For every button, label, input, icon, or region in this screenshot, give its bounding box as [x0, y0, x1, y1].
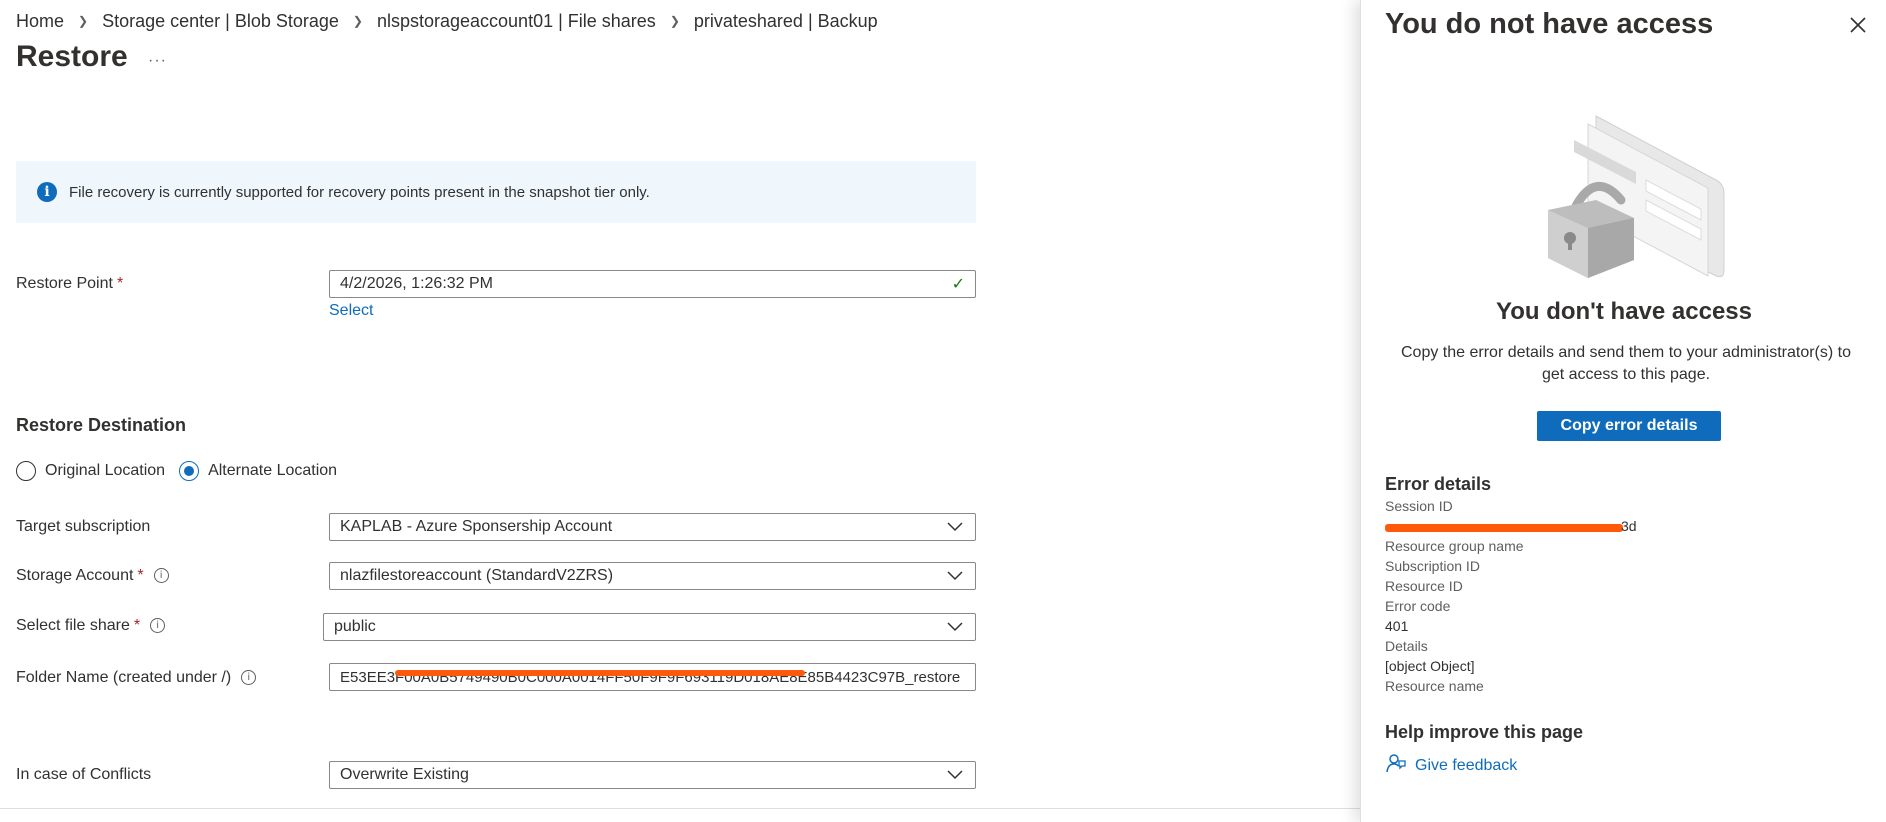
resource-id-label: Resource ID	[1385, 578, 1463, 594]
redaction-mark	[395, 670, 805, 676]
file-share-label: Select file share * i	[16, 617, 166, 635]
storage-account-value: nlazfilestoreaccount (StandardV2ZRS)	[340, 567, 614, 584]
storage-account-label: Storage Account * i	[16, 567, 169, 585]
info-tooltip-icon[interactable]: i	[241, 670, 257, 686]
info-tooltip-icon[interactable]: i	[150, 618, 166, 634]
lock-illustration-icon	[1526, 110, 1726, 285]
breadcrumb-home[interactable]: Home	[16, 11, 64, 32]
required-marker: *	[133, 617, 141, 634]
page-title: Restore	[16, 40, 128, 73]
target-subscription-value: KAPLAB - Azure Sponsership Account	[340, 518, 613, 535]
required-marker: *	[116, 275, 124, 292]
divider	[0, 808, 1360, 809]
give-feedback-link[interactable]: Give feedback	[1385, 752, 1517, 779]
radio-alternate-location[interactable]	[179, 461, 200, 481]
error-code-value: 401	[1385, 618, 1409, 634]
radio-original-location-label[interactable]: Original Location	[45, 462, 165, 480]
breadcrumb-backup[interactable]: privateshared | Backup	[694, 11, 878, 32]
give-feedback-label[interactable]: Give feedback	[1415, 757, 1517, 775]
conflicts-value: Overwrite Existing	[340, 766, 469, 783]
chevron-down-icon	[945, 765, 965, 785]
storage-account-dropdown[interactable]: nlazfilestoreaccount (StandardV2ZRS)	[329, 562, 976, 590]
restore-point-label-text: Restore Point	[16, 275, 113, 292]
file-share-dropdown[interactable]: public	[323, 613, 976, 641]
session-id-value: 3d	[1621, 518, 1637, 534]
conflicts-dropdown[interactable]: Overwrite Existing	[329, 761, 976, 789]
info-tooltip-icon[interactable]: i	[153, 568, 169, 584]
file-share-label-text: Select file share	[16, 617, 130, 634]
panel-title: You do not have access	[1385, 8, 1714, 40]
resource-name-label: Resource name	[1385, 678, 1484, 694]
chevron-down-icon	[945, 566, 965, 586]
help-improve-heading: Help improve this page	[1385, 722, 1584, 742]
session-id-label: Session ID	[1385, 498, 1453, 514]
checkmark-icon: ✓	[951, 276, 965, 293]
chevron-right-icon: ❯	[78, 14, 89, 28]
restore-point-label: Restore Point *	[16, 275, 123, 293]
feedback-person-icon	[1385, 752, 1407, 779]
folder-name-label-text: Folder Name (created under /)	[16, 669, 232, 686]
details-value: [object Object]	[1385, 658, 1475, 674]
info-icon: i	[37, 182, 57, 202]
close-icon[interactable]	[1847, 14, 1869, 36]
restore-destination-radio-group: Original Location Alternate Location	[16, 461, 351, 481]
chevron-right-icon: ❯	[669, 14, 680, 28]
target-subscription-label: Target subscription	[16, 518, 151, 535]
info-banner: i File recovery is currently supported f…	[16, 161, 976, 223]
select-restore-point-link[interactable]: Select	[329, 302, 373, 320]
breadcrumb-storage-center[interactable]: Storage center | Blob Storage	[102, 11, 339, 32]
chevron-right-icon: ❯	[352, 14, 363, 28]
conflicts-label: In case of Conflicts	[16, 766, 152, 783]
no-access-title: You don't have access	[1495, 298, 1753, 325]
restore-point-field[interactable]: 4/2/2026, 1:26:32 PM ✓	[329, 270, 976, 298]
folder-name-label: Folder Name (created under /) i	[16, 669, 257, 687]
redaction-mark	[1385, 524, 1623, 532]
resource-group-label: Resource group name	[1385, 538, 1524, 554]
copy-error-details-button[interactable]: Copy error details	[1537, 411, 1721, 441]
info-banner-text: File recovery is currently supported for…	[69, 183, 650, 201]
error-code-label: Error code	[1385, 598, 1451, 614]
radio-original-location[interactable]	[16, 461, 36, 481]
access-denied-panel: You do not have access You don't have ac…	[1360, 0, 1886, 822]
error-details-heading: Error details	[1385, 474, 1492, 494]
target-subscription-dropdown[interactable]: KAPLAB - Azure Sponsership Account	[329, 513, 976, 541]
restore-destination-heading: Restore Destination	[16, 415, 187, 435]
chevron-down-icon	[945, 517, 965, 537]
no-access-description: Copy the error details and send them to …	[1401, 344, 1851, 383]
radio-alternate-location-label[interactable]: Alternate Location	[208, 462, 337, 480]
chevron-down-icon	[945, 617, 965, 637]
breadcrumb-file-shares[interactable]: nlspstorageaccount01 | File shares	[377, 11, 656, 32]
subscription-id-label: Subscription ID	[1385, 558, 1480, 574]
details-label: Details	[1385, 638, 1428, 654]
file-share-value: public	[334, 618, 376, 635]
more-options-button[interactable]: ···	[148, 52, 167, 70]
breadcrumb: Home ❯ Storage center | Blob Storage ❯ n…	[16, 8, 878, 34]
required-marker: *	[137, 567, 144, 584]
folder-name-input[interactable]: E53EE3F00A0B5749490B0C000A0014FF50F9F9F6…	[329, 663, 976, 691]
storage-account-label-text: Storage Account	[16, 567, 134, 584]
restore-point-value: 4/2/2026, 1:26:32 PM	[340, 275, 493, 292]
